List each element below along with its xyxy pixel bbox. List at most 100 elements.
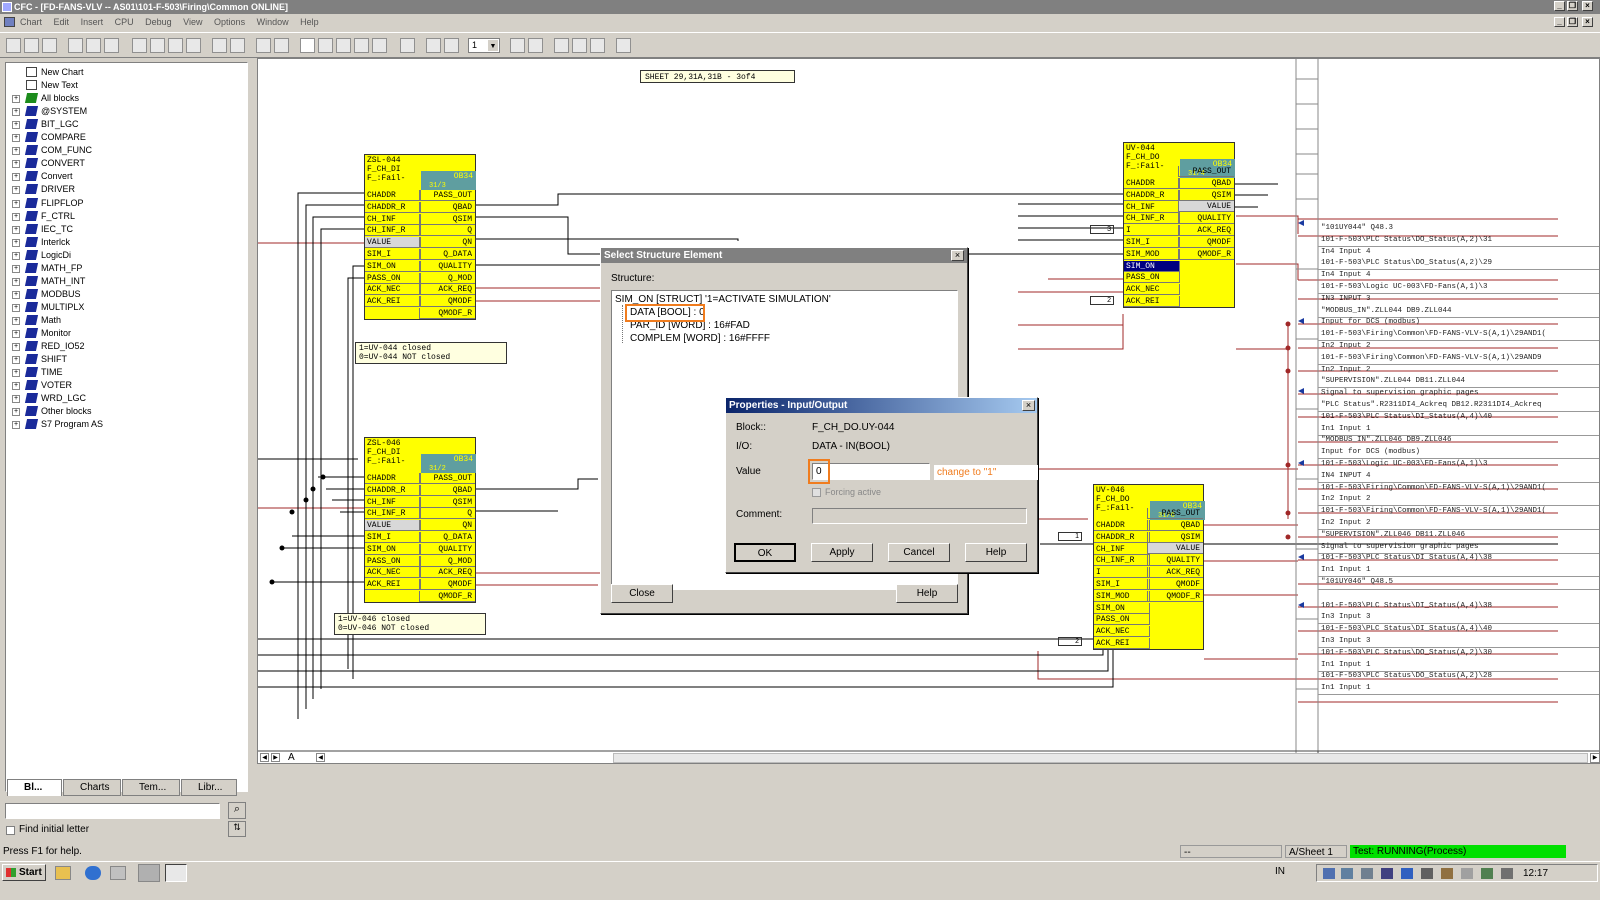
output-pin[interactable]: QBAD (1147, 519, 1203, 531)
margin-reference[interactable]: "SUPERVISION".ZLL044 DB11.ZLL044 (1318, 376, 1599, 389)
expand-icon[interactable]: + (12, 343, 20, 352)
chart-doc-icon[interactable] (4, 17, 15, 27)
margin-reference[interactable]: 101-F-503\Firing\Common\FD-FANS-VLV-S(A,… (1318, 353, 1599, 365)
input-pin[interactable]: SIM_MOD (1094, 590, 1150, 602)
expand-icon[interactable]: + (12, 108, 20, 117)
expand-icon[interactable]: + (12, 382, 20, 391)
block-search-input[interactable] (5, 803, 220, 819)
output-pin[interactable]: Q_DATA (419, 532, 475, 543)
input-pin[interactable]: SIM_ON (1094, 602, 1150, 614)
tray-misc-icon[interactable] (1501, 868, 1513, 879)
input-pin[interactable]: VALUE (365, 520, 421, 532)
input-pin[interactable]: CH_INF_R (1094, 555, 1150, 567)
expand-icon[interactable]: + (12, 121, 20, 130)
expand-icon[interactable]: + (12, 95, 20, 104)
open-icon[interactable] (24, 38, 39, 53)
first-sheet-icon[interactable]: ◀ (260, 753, 269, 762)
cascade-icon[interactable] (554, 38, 569, 53)
output-pin[interactable]: QBAD (419, 484, 475, 496)
margin-reference[interactable]: "101UY044" Q48.3 (1318, 223, 1599, 234)
grid-icon[interactable] (426, 38, 441, 53)
output-pin[interactable]: QMODF_R (1147, 590, 1203, 602)
margin-reference[interactable]: In2 Input 2 (1318, 494, 1599, 507)
output-pin[interactable]: QMODF_R (419, 308, 475, 319)
input-pin[interactable]: ACK_NEC (365, 567, 421, 579)
output-pin[interactable]: QMODF (1178, 236, 1234, 248)
margin-reference[interactable] (1318, 588, 1599, 590)
function-block[interactable]: ZSL-044 F_CH_DI F_:Fail- OB34 31/3 CHADDR CHAD… (364, 154, 476, 320)
doc-minimize-icon[interactable]: _ (1554, 17, 1565, 27)
function-block[interactable]: UV-046 F_CH_DO F_:Fail- OB34 31/6 CHADDR CHADD… (1093, 484, 1205, 650)
expand-icon[interactable]: + (12, 316, 20, 325)
input-pin[interactable]: SIM_I (365, 532, 421, 543)
ok-button[interactable]: OK (734, 543, 796, 562)
margin-reference[interactable]: In2 Input 2 (1318, 518, 1599, 530)
output-pin[interactable]: QN (419, 520, 475, 532)
expand-icon[interactable]: + (12, 395, 20, 404)
run-sequence-icon[interactable] (168, 38, 183, 53)
start-button[interactable]: Start (2, 864, 46, 881)
input-pin[interactable]: ACK_REI (365, 579, 421, 591)
input-pin[interactable]: SIM_I (1094, 579, 1150, 590)
minimize-icon[interactable]: _ (1554, 1, 1565, 11)
margin-reference[interactable]: In2 Input 2 (1318, 365, 1599, 376)
margin-reference[interactable]: IN4 INPUT 4 (1318, 471, 1599, 483)
expand-icon[interactable]: + (12, 238, 20, 247)
output-pin[interactable]: QSIM (1147, 531, 1203, 543)
input-pin[interactable]: ACK_REI (1124, 296, 1180, 307)
help-button[interactable]: Help (896, 584, 958, 603)
input-pin[interactable]: ACK_REI (1094, 638, 1150, 649)
input-pin[interactable]: SIM_ON (365, 543, 421, 555)
margin-reference[interactable]: "PLC Status".R2311DI4_Ackreq DB12.R2311D… (1318, 400, 1599, 412)
margin-reference[interactable]: In1 Input 1 (1318, 683, 1599, 696)
expand-icon[interactable]: + (12, 186, 20, 195)
input-pin[interactable]: PASS_ON (365, 555, 421, 567)
input-pin[interactable]: CHADDR_R (1094, 531, 1150, 543)
margin-reference[interactable]: 101-F-503\PLC Status\DO_Status(A,2)\31 (1318, 235, 1599, 247)
close-icon[interactable]: × (1022, 400, 1035, 411)
watch-off-icon[interactable] (336, 38, 351, 53)
output-pin[interactable]: QMODF (1147, 578, 1203, 590)
margin-reference[interactable]: "MODBUS_IN".ZLL046 DB9.ZLL046 (1318, 435, 1599, 446)
margin-reference[interactable]: "SUPERVISION".ZLL046 DB11.ZLL046 (1318, 530, 1599, 541)
tab-templates[interactable]: Tem... (122, 779, 180, 796)
expand-icon[interactable]: + (12, 199, 20, 208)
input-pin[interactable]: CH_INF (1124, 201, 1180, 213)
menu-chart[interactable]: Chart (20, 17, 42, 27)
margin-reference[interactable]: In1 Input 1 (1318, 424, 1599, 436)
taskbar-app-icon[interactable] (138, 864, 160, 882)
tray-agent-icon[interactable] (1481, 868, 1493, 879)
output-pin[interactable]: QBAD (1178, 177, 1234, 189)
menu-help[interactable]: Help (300, 17, 319, 27)
cfc-taskbar-icon[interactable] (165, 864, 187, 882)
compare-icon[interactable] (256, 38, 271, 53)
context-help-icon[interactable] (616, 38, 631, 53)
menu-view[interactable]: View (183, 17, 202, 27)
input-pin[interactable]: CH_INF (365, 213, 421, 225)
tray-keyboard-icon[interactable] (1441, 868, 1453, 879)
input-pin[interactable]: SIM_ON (1124, 260, 1180, 272)
tray-network-icon[interactable] (1323, 868, 1335, 879)
cancel-button[interactable]: Cancel (888, 543, 950, 562)
margin-reference[interactable]: "MODBUS_IN".ZLL044 DB9.ZLL044 (1318, 306, 1599, 318)
expand-icon[interactable]: + (12, 356, 20, 365)
margin-reference[interactable]: 101-F-503\PLC Status\DI_Status(A,4)\38 (1318, 601, 1599, 612)
block-catalog-tree[interactable]: New Chart New Text + All blocks + @SYSTEM + BIT… (5, 62, 248, 792)
expand-icon[interactable]: + (12, 303, 20, 312)
language-indicator[interactable]: IN (1275, 866, 1285, 877)
output-pin[interactable]: PASS_OUT (419, 190, 475, 201)
input-pin[interactable]: ACK_REI (365, 296, 421, 308)
expand-icon[interactable]: + (12, 225, 20, 234)
tile-vertical-icon[interactable] (590, 38, 605, 53)
trend-icon[interactable] (372, 38, 387, 53)
close-button[interactable]: Close (611, 584, 673, 603)
margin-reference[interactable]: In4 Input 4 (1318, 270, 1599, 281)
internet-explorer-icon[interactable] (85, 866, 101, 880)
input-pin[interactable]: CH_INF (1094, 543, 1150, 555)
margin-reference[interactable]: Input for DCS (modbus) (1318, 447, 1599, 460)
margin-reference[interactable]: 101-F-503\PLC Status\DI_Status(A,4)\40 (1318, 624, 1599, 635)
menu-window[interactable]: Window (257, 17, 289, 27)
output-pin[interactable]: PASS_OUT (1178, 166, 1234, 177)
output-pin[interactable]: QBAD (419, 201, 475, 213)
output-pin[interactable]: PASS_OUT (1147, 508, 1203, 519)
